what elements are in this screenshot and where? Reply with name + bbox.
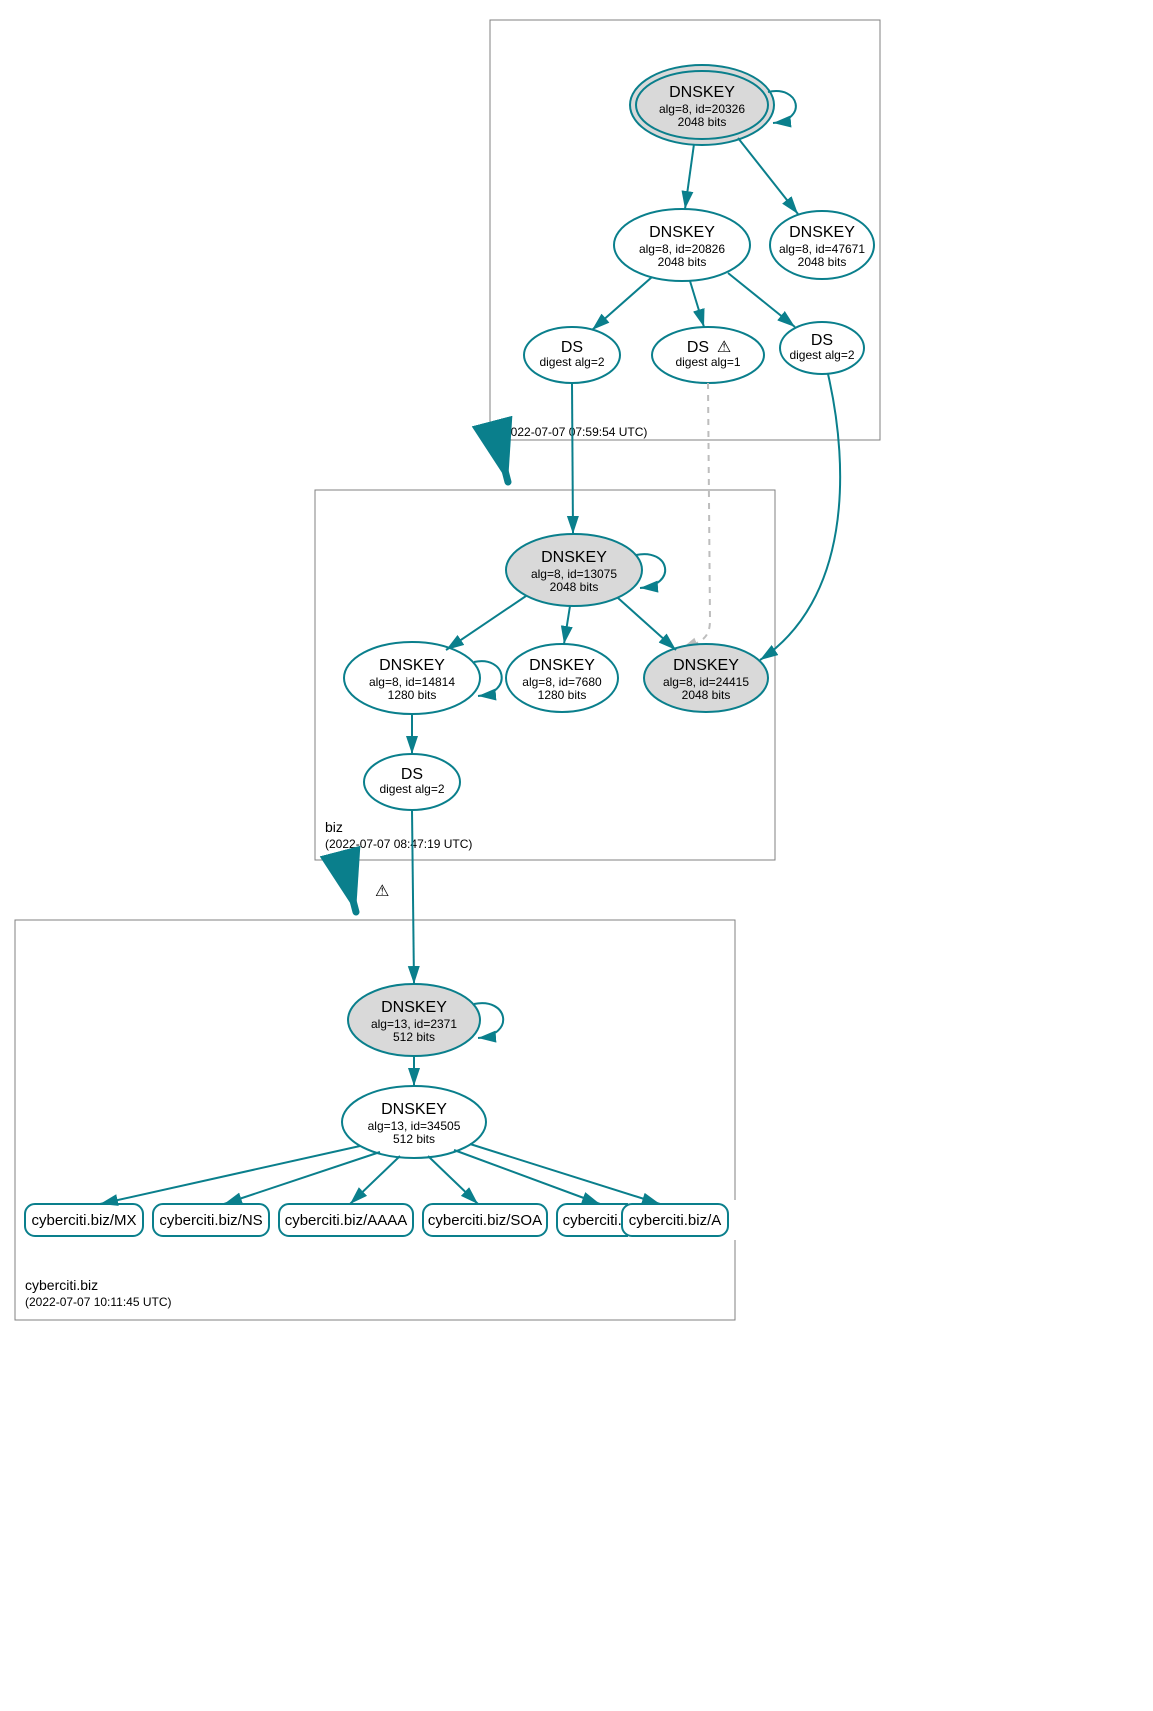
node-root-ds2: DS ⚠ digest alg=1 [652, 327, 764, 383]
svg-text:DS: DS [811, 332, 833, 349]
zone-cy-ts: (2022-07-07 10:11:45 UTC) [25, 1295, 172, 1309]
svg-text:alg=8, id=13075: alg=8, id=13075 [531, 567, 617, 581]
edge-root-ksk-zsk2 [738, 138, 798, 214]
edge-delegation-biz-cy [345, 870, 356, 912]
svg-text:alg=8, id=24415: alg=8, id=24415 [663, 675, 749, 689]
svg-text:DNSKEY: DNSKEY [541, 549, 607, 566]
svg-text:cyberciti.biz/NS: cyberciti.biz/NS [159, 1212, 262, 1229]
svg-text:512 bits: 512 bits [393, 1030, 435, 1044]
warning-icon: ⚠ [717, 339, 731, 356]
edge-root-ds1-biz-ksk [572, 383, 573, 534]
zone-root-name: . [500, 407, 504, 423]
node-cy-ksk: DNSKEY alg=13, id=2371 512 bits [348, 984, 480, 1056]
svg-text:2048 bits: 2048 bits [658, 255, 707, 269]
edge-delegation-root-biz [497, 440, 508, 482]
svg-text:1280 bits: 1280 bits [388, 688, 437, 702]
node-biz-ds: DS digest alg=2 [364, 754, 460, 810]
svg-text:digest alg=1: digest alg=1 [675, 355, 740, 369]
svg-text:2048 bits: 2048 bits [798, 255, 847, 269]
svg-text:alg=8, id=20826: alg=8, id=20826 [639, 242, 725, 256]
node-biz-zsk1: DNSKEY alg=8, id=14814 1280 bits [344, 642, 480, 714]
svg-text:digest alg=2: digest alg=2 [539, 355, 604, 369]
svg-text:alg=8, id=20326: alg=8, id=20326 [659, 102, 745, 116]
zone-biz-ts: (2022-07-07 08:47:19 UTC) [325, 837, 472, 851]
svg-text:alg=13, id=2371: alg=13, id=2371 [371, 1017, 457, 1031]
zone-cy-name: cyberciti.biz [25, 1277, 98, 1293]
svg-text:alg=8, id=14814: alg=8, id=14814 [369, 675, 455, 689]
svg-text:DNSKEY: DNSKEY [669, 84, 735, 101]
svg-text:1280 bits: 1280 bits [538, 688, 587, 702]
zone-root-ts: (2022-07-07 07:59:54 UTC) [500, 425, 647, 439]
svg-text:2048 bits: 2048 bits [550, 580, 599, 594]
svg-text:DNSKEY: DNSKEY [529, 657, 595, 674]
svg-text:DNSKEY: DNSKEY [673, 657, 739, 674]
edge-root-zsk1-ds3 [728, 273, 795, 327]
edge-biz-ksk-zsk3 [618, 598, 676, 650]
edge-root-zsk1-ds2 [690, 281, 704, 327]
rrset-aaaa: cyberciti.biz/AAAA [279, 1204, 413, 1236]
svg-text:512 bits: 512 bits [393, 1132, 435, 1146]
node-root-zsk1: DNSKEY alg=8, id=20826 2048 bits [614, 209, 750, 281]
edge-biz-ksk-zsk1 [446, 596, 526, 650]
edge-root-ds3-biz-zsk3 [760, 374, 840, 660]
svg-text:alg=8, id=47671: alg=8, id=47671 [779, 242, 865, 256]
node-cy-zsk: DNSKEY alg=13, id=34505 512 bits [342, 1086, 486, 1158]
svg-text:DNSKEY: DNSKEY [381, 999, 447, 1016]
svg-text:cyberciti.biz/SOA: cyberciti.biz/SOA [428, 1212, 542, 1229]
edge-root-ds2-biz-zsk3 [680, 383, 710, 650]
edge-root-ksk-zsk1 [685, 144, 694, 209]
zone-biz-name: biz [325, 819, 343, 835]
node-root-zsk2: DNSKEY alg=8, id=47671 2048 bits [770, 211, 874, 279]
node-biz-zsk2: DNSKEY alg=8, id=7680 1280 bits [506, 644, 618, 712]
node-root-ksk: DNSKEY alg=8, id=20326 2048 bits [630, 65, 774, 145]
svg-text:cyberciti.biz/AAAA: cyberciti.biz/AAAA [285, 1212, 408, 1229]
warning-icon: ⚠ [375, 883, 389, 900]
svg-text:alg=8, id=7680: alg=8, id=7680 [522, 675, 602, 689]
svg-text:2048 bits: 2048 bits [682, 688, 731, 702]
svg-text:DS: DS [401, 766, 423, 783]
svg-text:DNSKEY: DNSKEY [379, 657, 445, 674]
rrset-mx: cyberciti.biz/MX [25, 1204, 143, 1236]
svg-text:DS: DS [561, 339, 583, 356]
svg-text:DNSKEY: DNSKEY [649, 224, 715, 241]
svg-text:DNSKEY: DNSKEY [381, 1101, 447, 1118]
node-biz-zsk3: DNSKEY alg=8, id=24415 2048 bits [644, 644, 768, 712]
edge-biz-ksk-zsk2 [564, 606, 570, 644]
rrset-ns: cyberciti.biz/NS [153, 1204, 269, 1236]
svg-text:DS: DS [687, 339, 709, 356]
node-biz-ksk: DNSKEY alg=8, id=13075 2048 bits [506, 534, 642, 606]
node-root-ds1: DS digest alg=2 [524, 327, 620, 383]
svg-text:digest alg=2: digest alg=2 [379, 782, 444, 796]
node-root-ds3: DS digest alg=2 [780, 322, 864, 374]
rrset-soa: cyberciti.biz/SOA [423, 1204, 547, 1236]
dnssec-chain-diagram: . (2022-07-07 07:59:54 UTC) DNSKEY alg=8… [0, 0, 1153, 1711]
svg-text:cyberciti.biz/MX: cyberciti.biz/MX [31, 1212, 136, 1229]
svg-text:2048 bits: 2048 bits [678, 115, 727, 129]
edge-root-zsk1-ds1 [592, 277, 652, 330]
svg-text:DNSKEY: DNSKEY [789, 224, 855, 241]
rrset-a-real [630, 1204, 730, 1236]
svg-text:alg=13, id=34505: alg=13, id=34505 [368, 1119, 461, 1133]
svg-text:digest alg=2: digest alg=2 [789, 348, 854, 362]
